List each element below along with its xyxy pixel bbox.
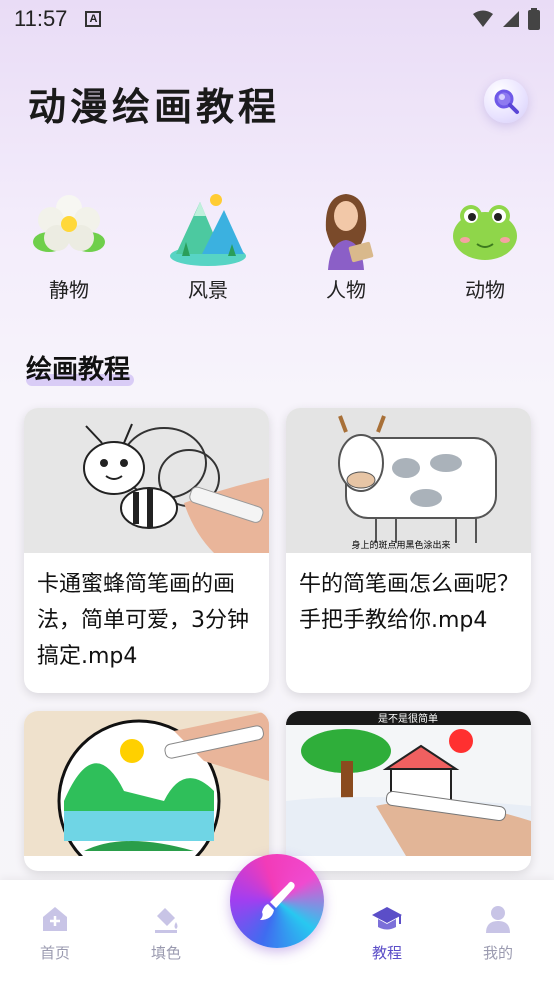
flower-icon <box>33 195 105 252</box>
category-landscape[interactable]: 风景 <box>158 190 258 303</box>
video-thumbnail <box>24 408 269 553</box>
person-icon <box>325 194 374 270</box>
frog-icon <box>453 205 517 260</box>
nav-label: 我的 <box>482 944 513 962</box>
category-list: 静物 风景 人物 动物 <box>0 190 554 305</box>
category-label: 风景 <box>188 278 228 302</box>
mountain-icon <box>170 194 246 266</box>
section-title: 绘画教程 <box>26 349 134 386</box>
video-thumbnail: 身上的斑点用黑色涂出来 <box>286 408 531 553</box>
video-title: 卡通蜜蜂简笔画的画法，简单可爱，3分钟搞定.mp4 <box>37 572 249 669</box>
video-card[interactable]: 身上的斑点用黑色涂出来 牛的简笔画怎么画呢？手把手教给你.mp4 <box>286 408 531 693</box>
notification-a-icon: A <box>85 11 102 27</box>
status-bar: 11:57 A <box>0 0 554 38</box>
home-icon <box>43 907 67 931</box>
nav-tutorial[interactable]: 教程 <box>347 904 427 963</box>
paint-bucket-icon <box>155 908 178 933</box>
category-still-life[interactable]: 静物 <box>19 190 119 303</box>
video-thumbnail <box>24 711 269 856</box>
signal-icon <box>503 11 519 27</box>
thumb-caption: 身上的斑点用黑色涂出来 <box>351 539 450 551</box>
nav-coloring[interactable]: 填色 <box>126 904 206 963</box>
video-thumbnail: 是不是很简单 <box>286 711 531 856</box>
battery-icon <box>528 8 540 30</box>
category-label: 动物 <box>465 278 505 302</box>
search-icon <box>494 89 519 114</box>
nav-home[interactable]: 首页 <box>15 904 95 963</box>
search-button[interactable] <box>484 79 528 123</box>
wifi-icon <box>473 10 493 27</box>
status-time: 11:57 <box>14 6 68 31</box>
page-title: 动漫绘画教程 <box>28 84 281 129</box>
video-card[interactable]: 是不是很简单 <box>286 711 531 871</box>
video-title: 牛的简笔画怎么画呢？手把手教给你.mp4 <box>299 572 520 633</box>
category-label: 静物 <box>49 278 89 302</box>
section-title-text: 绘画教程 <box>26 355 131 385</box>
category-animals[interactable]: 动物 <box>435 190 535 303</box>
nav-label: 填色 <box>150 944 181 962</box>
graduation-cap-icon <box>372 907 402 930</box>
category-people[interactable]: 人物 <box>296 190 396 303</box>
user-icon <box>486 906 510 933</box>
thumb-caption: 是不是很简单 <box>378 712 438 725</box>
video-card[interactable] <box>24 711 269 871</box>
category-label: 人物 <box>326 278 366 302</box>
nav-label: 教程 <box>371 944 402 962</box>
nav-label: 首页 <box>39 944 70 962</box>
video-card[interactable]: 卡通蜜蜂简笔画的画法，简单可爱，3分钟搞定.mp4 <box>24 408 269 693</box>
brush-icon <box>260 881 295 920</box>
nav-profile[interactable]: 我的 <box>458 904 538 963</box>
draw-button[interactable] <box>230 854 324 948</box>
